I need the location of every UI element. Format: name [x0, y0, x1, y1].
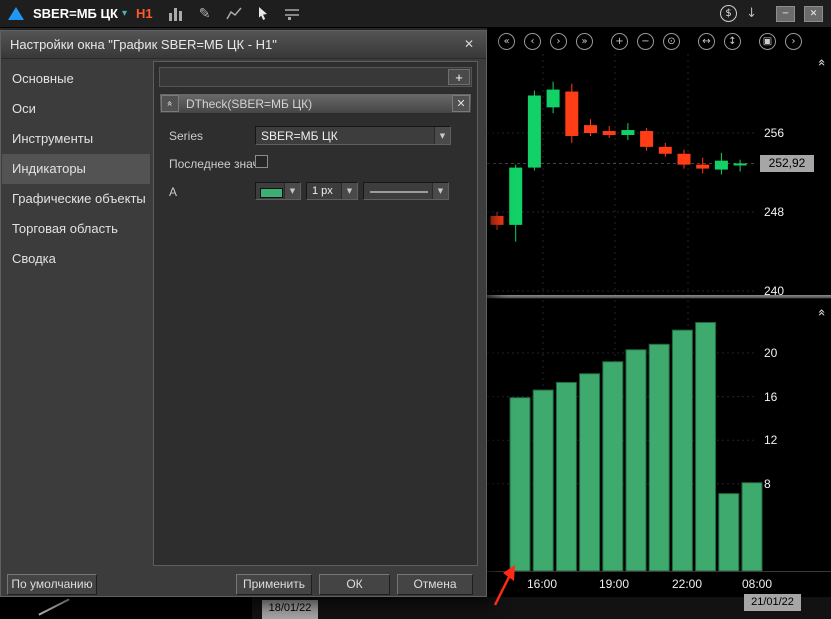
line-color-select[interactable]: ▼ [255, 182, 301, 200]
chart-panel: «‹›»+−⊙↔↕▣› 252,92 2562482402016128 16:0… [487, 28, 831, 597]
settings-dialog: Настройки окна "График SBER=МБ ЦК - H1" … [0, 30, 487, 597]
dialog-title: Настройки окна "График SBER=МБ ЦК - H1" [10, 37, 277, 52]
line-chart-icon[interactable] [224, 5, 244, 23]
zoom-in-icon[interactable]: + [611, 33, 628, 50]
dialog-content: + » DTheck(SBER=МБ ЦК) ✕ Series SBER=МБ … [153, 61, 478, 566]
dialog-titlebar[interactable]: Настройки окна "График SBER=МБ ЦК - H1" … [1, 31, 486, 59]
timeframe-button[interactable]: H1 [136, 6, 153, 21]
last-value-checkbox[interactable] [255, 155, 268, 168]
app-root: SBER=МБ ЦК ▾ H1 ✎ $ ↓ ─ ✕ «‹›»+−⊙↔↕▣› 25… [0, 0, 831, 619]
volume-chart[interactable] [487, 300, 831, 571]
window-controls: $ ↓ ─ ✕ [720, 5, 823, 22]
line-style-sample [370, 191, 428, 193]
fit-vertical-icon[interactable]: ↕ [724, 33, 741, 50]
zoom-out-icon[interactable]: − [637, 33, 654, 50]
time-axis-label: 16:00 [527, 577, 557, 591]
add-indicator-button[interactable]: + [448, 69, 470, 85]
sidebar-item-indicators[interactable]: Индикаторы [2, 154, 150, 184]
combo-arrow-icon: ▼ [438, 187, 443, 195]
line-width-select[interactable]: 1 px ▼ [306, 182, 358, 200]
sidebar-item-summary[interactable]: Сводка [2, 244, 150, 274]
plot-a-label: A [169, 185, 177, 199]
sidebar-item-instruments[interactable]: Инструменты [2, 124, 150, 154]
cursor-icon[interactable] [253, 5, 273, 23]
scroll-start-icon[interactable]: « [498, 33, 515, 50]
chevron-down-icon: ▾ [122, 8, 127, 19]
indicator-add-bar: + [159, 67, 472, 87]
ok-button[interactable]: ОК [319, 574, 390, 595]
candlestick-chart[interactable] [487, 54, 831, 296]
panel-right-icon[interactable]: › [785, 33, 802, 50]
fit-horizontal-icon[interactable]: ↔ [698, 33, 715, 50]
indicator-panel: » DTheck(SBER=МБ ЦК) ✕ Series SBER=МБ ЦК… [159, 93, 472, 563]
annotation-arrow-icon[interactable] [489, 559, 525, 611]
download-icon[interactable]: ↓ [746, 6, 757, 21]
topbar: SBER=МБ ЦК ▾ H1 ✎ $ ↓ ─ ✕ [0, 0, 831, 28]
sidebar-item-axes[interactable]: Оси [2, 94, 150, 124]
combo-arrow-icon: ▼ [347, 187, 352, 195]
series-value: SBER=МБ ЦК [261, 127, 338, 144]
range-start-date-tag: 18/01/22 [262, 600, 318, 619]
series-label: Series [169, 129, 203, 143]
dialog-close-button[interactable]: ✕ [460, 36, 478, 53]
default-button[interactable]: По умолчанию [7, 574, 97, 595]
zoom-region-icon[interactable]: ⊙ [663, 33, 680, 50]
minimize-button[interactable]: ─ [776, 6, 795, 22]
combo-arrow-icon: ▼ [290, 187, 295, 195]
time-axis-label: 19:00 [599, 577, 629, 591]
sidebar-item-main[interactable]: Основные [2, 64, 150, 94]
app-logo-icon [8, 7, 24, 20]
double-chevron-up-icon: » [165, 100, 176, 106]
line-width-value: 1 px [312, 183, 333, 199]
currency-icon[interactable]: $ [720, 5, 737, 22]
series-select[interactable]: SBER=МБ ЦК ▼ [255, 126, 451, 145]
bottom-statusbar: 18/01/22 21/01/22 [0, 597, 831, 619]
sidebar-item-trading-area[interactable]: Торговая область [2, 214, 150, 244]
scroll-left-icon[interactable]: ‹ [524, 33, 541, 50]
chart-date-tag: 21/01/22 [744, 594, 801, 611]
pencil-icon[interactable]: ✎ [195, 5, 215, 23]
line-style-select[interactable]: ▼ [363, 182, 449, 200]
collapse-price-pane-icon[interactable]: » [815, 59, 830, 67]
apply-button[interactable]: Применить [236, 574, 312, 595]
scroll-end-icon[interactable]: » [576, 33, 593, 50]
indicator-panel-header: » DTheck(SBER=МБ ЦК) ✕ [159, 93, 472, 114]
indicator-panel-title: DTheck(SBER=МБ ЦК) [186, 94, 312, 114]
collapse-indicator-icon[interactable]: » [161, 95, 179, 112]
symbol-selector[interactable]: SBER=МБ ЦК [33, 6, 118, 21]
last-value-label: Последнее знач. [169, 157, 262, 171]
levels-icon[interactable] [282, 5, 302, 23]
chart-toolbar: « ‹ › » +−⊙ ↔ ↕ ▣ › [498, 32, 802, 50]
dialog-sidebar: ОсновныеОсиИнструментыИндикаторыГрафичес… [2, 60, 150, 550]
sidebar-item-graphic-objects[interactable]: Графические объекты [2, 184, 150, 214]
background-window-fragment [0, 597, 252, 619]
window-close-button[interactable]: ✕ [804, 6, 823, 22]
remove-indicator-button[interactable]: ✕ [452, 95, 470, 112]
volume-profile-icon[interactable] [166, 5, 186, 23]
scroll-right-icon[interactable]: › [550, 33, 567, 50]
time-axis-label: 22:00 [672, 577, 702, 591]
time-axis-label: 08:00 [742, 577, 772, 591]
combo-arrow-icon: ▼ [440, 132, 445, 140]
cancel-button[interactable]: Отмена [397, 574, 473, 595]
fit-all-icon[interactable]: ▣ [759, 33, 776, 50]
line-color-swatch [260, 188, 283, 198]
pane-divider[interactable] [487, 295, 831, 299]
collapse-volume-pane-icon[interactable]: » [815, 309, 830, 317]
